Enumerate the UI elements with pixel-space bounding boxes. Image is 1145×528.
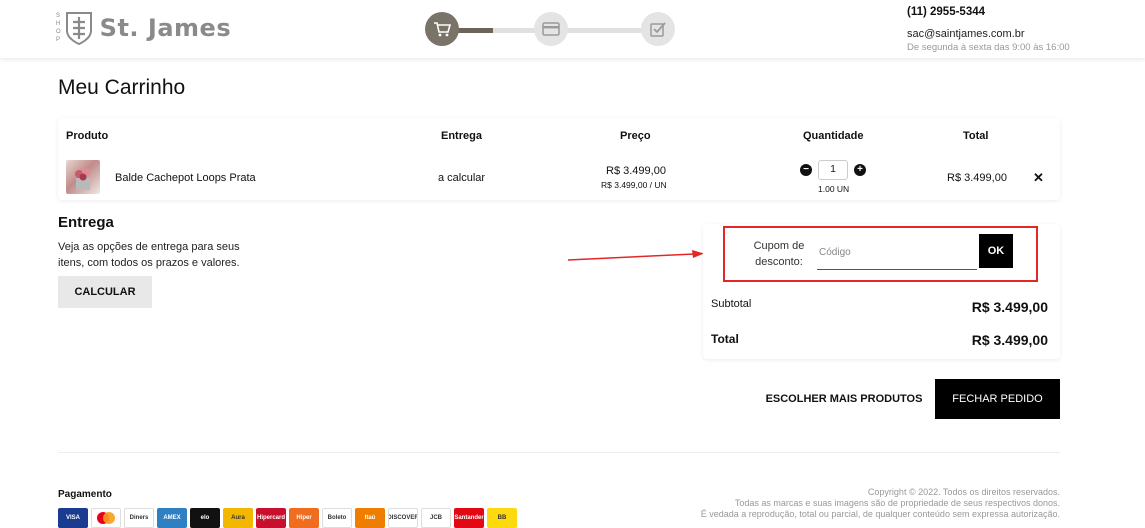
phone-number: (11) 2955-5344 — [907, 6, 986, 18]
opening-hours: De segunda à sexta das 9:00 às 16:00 — [907, 42, 1070, 53]
cart-table: Produto Entrega Preço Quantidade Total B… — [58, 118, 1060, 200]
step-payment[interactable] — [534, 12, 568, 46]
quantity-input[interactable]: 1 — [818, 160, 848, 180]
delivery-value: a calcular — [438, 172, 486, 184]
annotation-arrow-icon — [567, 250, 704, 261]
step-line — [565, 28, 645, 33]
payment-method-icon: AMEX — [157, 508, 187, 528]
coupon-label: Cupom de desconto: — [753, 240, 805, 268]
payment-methods: VISA Diners AMEX elo Aura Hipercard Hiper Bolet… — [58, 508, 517, 528]
footer-divider — [58, 452, 1060, 453]
continue-shopping-button[interactable]: ESCOLHER MAIS PRODUTOS — [760, 380, 928, 418]
header-price: Preço — [620, 130, 651, 142]
step-cart[interactable] — [425, 12, 459, 46]
site-header: S H O P St. James (11) 2955-5344 sac@sai… — [0, 0, 1145, 58]
logo-text: St. James — [99, 14, 232, 42]
step-line — [493, 28, 535, 33]
coupon-highlight-box: Cupom de desconto: Código OK — [723, 226, 1038, 282]
page-title: Meu Carrinho — [58, 76, 186, 99]
apply-coupon-button[interactable]: OK — [979, 234, 1013, 268]
copyright: Copyright © 2022. Todos os direitos rese… — [700, 487, 1060, 519]
total-value: R$ 3.499,00 — [971, 332, 1048, 348]
cart-icon — [434, 22, 451, 37]
header-total: Total — [963, 130, 989, 142]
header-quantity: Quantidade — [803, 130, 864, 142]
product-thumbnail[interactable] — [66, 160, 100, 194]
contact-info: (11) 2955-5344 sac@saintjames.com.br De … — [907, 6, 1070, 53]
payment-method-icon: Diners — [124, 508, 154, 528]
header-delivery: Entrega — [441, 130, 482, 142]
payment-method-icon: BB — [487, 508, 517, 528]
subtotal-value: R$ 3.499,00 — [971, 299, 1048, 315]
checkout-button[interactable]: FECHAR PEDIDO — [935, 379, 1060, 419]
check-box-icon — [650, 22, 666, 37]
payment-method-icon: Santander — [454, 508, 484, 528]
remove-item-icon[interactable]: ✕ — [1033, 170, 1044, 186]
product-image — [75, 168, 90, 190]
delivery-section: Entrega Veja as opções de entrega para s… — [58, 214, 248, 271]
store-logo[interactable]: S H O P St. James — [56, 8, 231, 48]
delivery-description: Veja as opções de entrega para seus iten… — [58, 241, 240, 269]
header-product: Produto — [66, 130, 109, 142]
total-label: Total — [711, 332, 739, 346]
payment-method-icon: Hiper — [289, 508, 319, 528]
shield-logo-icon — [65, 12, 92, 45]
step-progress-line — [455, 28, 493, 33]
payment-method-icon: elo — [190, 508, 220, 528]
payment-method-icon: Hipercard — [256, 508, 286, 528]
payment-title: Pagamento — [58, 489, 112, 500]
payment-method-icon: Aura — [223, 508, 253, 528]
delivery-title: Entrega — [58, 214, 114, 231]
decrease-quantity-button[interactable]: − — [800, 164, 812, 176]
coupon-input[interactable]: Código — [817, 236, 977, 270]
subtotal-label: Subtotal — [711, 298, 752, 310]
logo-shop-letters: S H O P — [56, 13, 62, 43]
order-summary: Cupom de desconto: Código OK Subtotal R$… — [703, 224, 1060, 359]
payment-method-icon: JCB — [421, 508, 451, 528]
price-value: R$ 3.499,00 — [606, 165, 666, 177]
payment-method-icon: Itaú — [355, 508, 385, 528]
payment-method-icon — [91, 508, 121, 528]
calculate-shipping-button[interactable]: CALCULAR — [58, 276, 152, 308]
payment-method-icon: DISCOVER — [388, 508, 418, 528]
step-confirmation[interactable] — [641, 12, 675, 46]
increase-quantity-button[interactable]: + — [854, 164, 866, 176]
payment-method-icon: VISA — [58, 508, 88, 528]
credit-card-icon — [542, 22, 560, 36]
payment-method-icon: Boleto — [322, 508, 352, 528]
product-name[interactable]: Balde Cachepot Loops Prata — [115, 172, 256, 184]
quantity-unit: 1.00 UN — [818, 184, 850, 194]
row-total: R$ 3.499,00 — [947, 172, 1007, 184]
checkout-steps — [425, 12, 675, 48]
email-address[interactable]: sac@saintjames.com.br — [907, 28, 1070, 40]
unit-price: R$ 3.499,00 / UN — [601, 180, 667, 190]
